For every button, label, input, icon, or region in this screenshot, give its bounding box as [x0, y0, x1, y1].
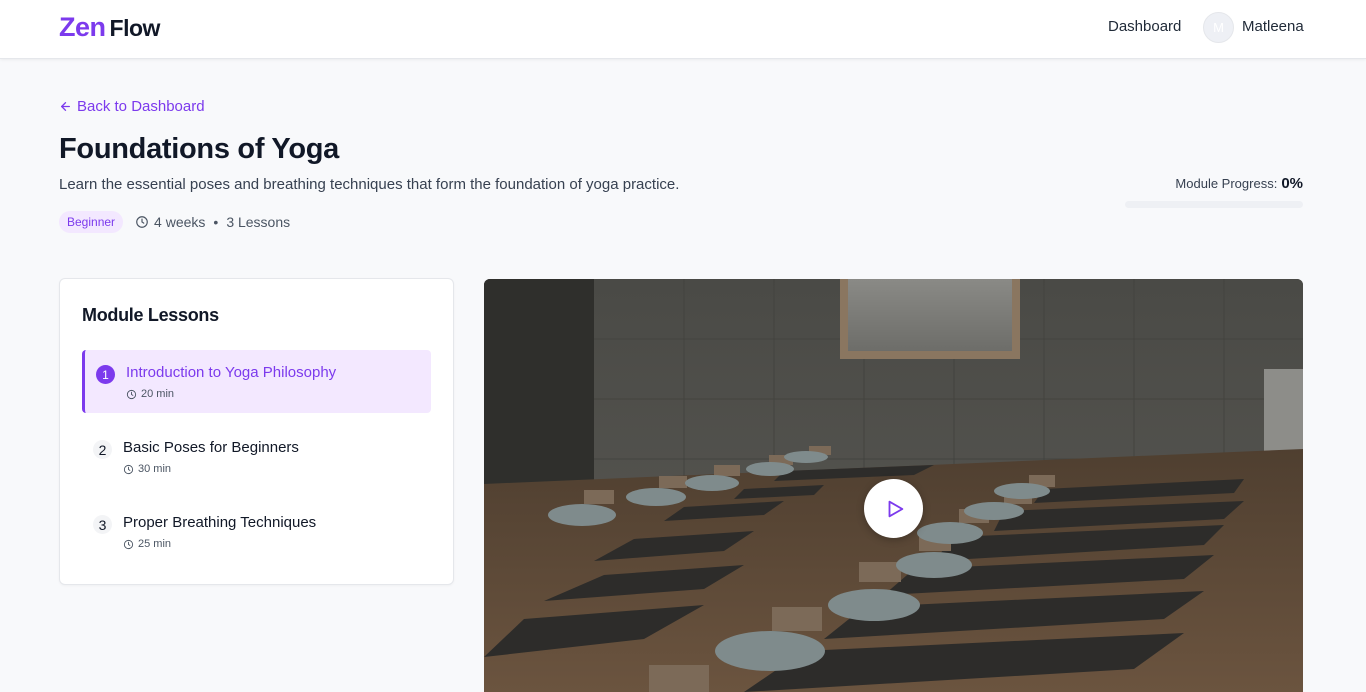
- lesson-duration: 25 min: [123, 538, 171, 550]
- lessons-panel-title: Module Lessons: [82, 305, 219, 325]
- clock-icon: [123, 464, 134, 474]
- module-progress: Module Progress: 0%: [1175, 175, 1303, 192]
- module-lessons-card: Module Lessons 1 Introduction to Yoga Ph…: [59, 278, 454, 585]
- lesson-duration-text: 30 min: [138, 463, 172, 475]
- progress-label: Module Progress:: [1175, 176, 1278, 191]
- lesson-item-1[interactable]: 1 Introduction to Yoga Philosophy 20 min: [82, 350, 431, 413]
- module-duration: 4 weeks: [154, 214, 206, 230]
- lesson-item-2[interactable]: 2 Basic Poses for Beginners 30 min: [82, 425, 431, 488]
- back-to-dashboard-link[interactable]: Back to Dashboard: [59, 98, 205, 115]
- lesson-item-3[interactable]: 3 Proper Breathing Techniques 25 min: [82, 500, 431, 563]
- lesson-duration-text: 25 min: [138, 538, 172, 550]
- lesson-number: 1: [96, 365, 115, 384]
- level-badge: Beginner: [59, 211, 124, 233]
- module-meta: Beginner 4 weeks • 3 Lessons: [59, 211, 290, 233]
- lesson-duration: 20 min: [126, 388, 174, 400]
- logo[interactable]: Zen Flow: [59, 12, 160, 43]
- back-link-label: Back to Dashboard: [77, 98, 205, 115]
- top-nav-bar: Zen Flow Dashboard M Matleena: [0, 0, 1366, 59]
- avatar[interactable]: M: [1203, 12, 1234, 43]
- clock-icon: [136, 216, 148, 228]
- lesson-duration: 30 min: [123, 463, 171, 475]
- nav-dashboard-link[interactable]: Dashboard: [1108, 18, 1181, 35]
- progress-bar: [1125, 201, 1303, 208]
- logo-secondary: Flow: [109, 15, 161, 41]
- lesson-number: 2: [93, 440, 112, 459]
- lessons-count: 3 Lessons: [226, 214, 291, 230]
- lesson-number: 3: [93, 515, 112, 534]
- meta-separator: •: [213, 214, 219, 230]
- lesson-name: Introduction to Yoga Philosophy: [126, 364, 337, 381]
- play-button[interactable]: [864, 479, 923, 538]
- lesson-name: Basic Poses for Beginners: [123, 439, 299, 456]
- lesson-duration-text: 20 min: [141, 388, 175, 400]
- lesson-name: Proper Breathing Techniques: [123, 514, 317, 531]
- logo-primary: Zen: [59, 12, 106, 42]
- username[interactable]: Matleena: [1242, 18, 1304, 35]
- page-title: Foundations of Yoga: [59, 133, 339, 165]
- progress-value: 0%: [1281, 175, 1303, 192]
- module-description: Learn the essential poses and breathing …: [59, 176, 680, 193]
- clock-icon: [126, 389, 137, 399]
- play-icon: [888, 500, 904, 517]
- video-player[interactable]: [484, 279, 1303, 692]
- arrow-left-icon: [61, 102, 70, 111]
- clock-icon: [123, 539, 134, 549]
